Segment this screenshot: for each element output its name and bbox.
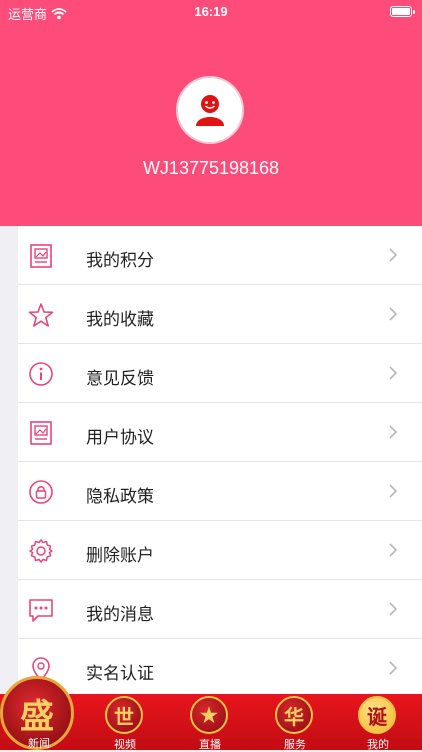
chevron-right-icon [389,661,398,675]
tab-video-icon: 世 [105,696,143,734]
status-bar: 运营商 16:19 [0,0,422,24]
menu-label: 删除账户 [86,546,154,565]
tab-live[interactable]: ★ 直播 [180,694,240,751]
chevron-right-icon [389,248,398,262]
document-icon [30,421,52,445]
tab-news-label: 新闻 [28,738,50,750]
menu-label: 意见反馈 [86,369,154,388]
tab-services[interactable]: 华 服务 [265,694,325,751]
profile-header: WJ13775198168 [0,0,422,226]
tab-services-icon: 华 [275,696,313,734]
tab-mine[interactable]: 诞 我的 [348,694,408,751]
chevron-right-icon [389,366,398,380]
menu-label: 实名认证 [86,664,154,683]
chevron-right-icon [389,425,398,439]
chevron-right-icon [389,307,398,321]
lock-icon [29,480,53,504]
username: WJ13775198168 [142,158,280,178]
battery-icon [390,6,415,17]
chevron-right-icon [389,602,398,616]
menu-item-real-name-verification[interactable]: 实名认证 [18,639,422,698]
chevron-right-icon [389,484,398,498]
tab-mine-icon: 诞 [358,696,396,734]
menu-label: 我的消息 [86,605,154,624]
menu-label: 我的收藏 [86,310,154,329]
settings-menu: 我的积分 我的收藏 意见反馈 用户协议 隐私政策 删除账户 我的消息 实名认证 [18,226,422,698]
menu-item-favorites[interactable]: 我的收藏 [18,285,422,344]
menu-label: 我的积分 [86,251,154,270]
avatar[interactable] [178,78,242,142]
clock: 16:19 [194,4,228,19]
gear-icon [29,539,53,563]
menu-item-feedback[interactable]: 意见反馈 [18,344,422,403]
info-icon [29,362,53,386]
star-icon [28,303,54,327]
menu-item-messages[interactable]: 我的消息 [18,580,422,639]
menu-item-privacy-policy[interactable]: 隐私政策 [18,462,422,521]
document-icon [30,244,52,268]
chevron-right-icon [389,543,398,557]
menu-item-points[interactable]: 我的积分 [18,226,422,285]
star-icon: ★ [190,696,228,734]
menu-label: 隐私政策 [86,487,154,506]
menu-item-user-agreement[interactable]: 用户协议 [18,403,422,462]
tab-video[interactable]: 世 视频 [95,694,155,751]
menu-label: 用户协议 [86,428,154,447]
user-avatar-icon [196,95,224,126]
menu-item-delete-account[interactable]: 删除账户 [18,521,422,580]
message-icon [29,599,53,622]
